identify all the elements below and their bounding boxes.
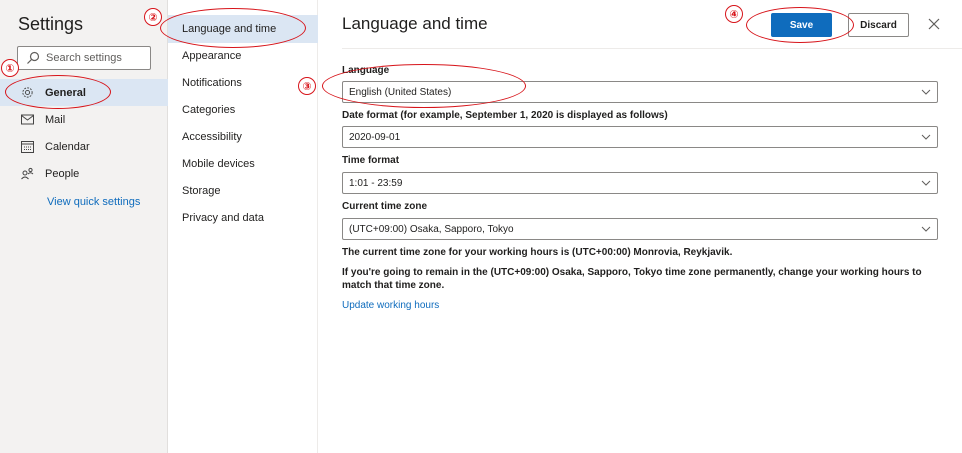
annotation-marker-3: ③ <box>298 77 316 95</box>
header-divider <box>342 48 962 49</box>
view-quick-settings-link[interactable]: View quick settings <box>47 196 140 208</box>
subnav-item-notifications[interactable]: Notifications <box>168 69 318 97</box>
date-format-value: 2020-09-01 <box>349 131 401 143</box>
chevron-down-icon <box>921 226 931 232</box>
time-format-label: Time format <box>342 155 400 166</box>
annotation-marker-1: ① <box>1 59 19 77</box>
search-placeholder: Search settings <box>46 52 122 64</box>
general-subnav: Language and time Appearance Notificatio… <box>168 0 318 453</box>
annotation-ellipse-language-select <box>322 64 526 108</box>
close-icon[interactable] <box>926 16 942 32</box>
annotation-ellipse-save <box>746 7 854 43</box>
working-hours-timezone-note: The current time zone for your working h… <box>342 247 733 258</box>
annotation-ellipse-general <box>5 75 111 109</box>
search-settings-input[interactable]: Search settings <box>17 46 151 70</box>
calendar-icon <box>20 140 34 154</box>
chevron-down-icon <box>921 89 931 95</box>
date-format-select[interactable]: 2020-09-01 <box>342 126 938 148</box>
sidebar-item-mail[interactable]: Mail <box>0 106 168 133</box>
sidebar-item-people[interactable]: People <box>0 160 168 187</box>
time-zone-label: Current time zone <box>342 201 428 212</box>
subnav-item-mobile-devices[interactable]: Mobile devices <box>168 150 318 178</box>
sidebar-item-calendar[interactable]: Calendar <box>0 133 168 160</box>
settings-sidebar: Settings Search settings General Mail Ca… <box>0 0 168 453</box>
update-working-hours-link[interactable]: Update working hours <box>342 300 439 311</box>
subnav-item-storage[interactable]: Storage <box>168 177 318 205</box>
page-title: Language and time <box>342 14 488 33</box>
subnav-item-categories[interactable]: Categories <box>168 96 318 124</box>
search-icon <box>27 51 40 64</box>
time-format-value: 1:01 - 23:59 <box>349 177 403 189</box>
mail-icon <box>20 113 34 127</box>
chevron-down-icon <box>921 180 931 186</box>
time-zone-select[interactable]: (UTC+09:00) Osaka, Sapporo, Tokyo <box>342 218 938 240</box>
sidebar-item-label: Mail <box>45 113 66 126</box>
settings-title: Settings <box>18 14 84 34</box>
sidebar-item-label: People <box>45 167 80 180</box>
annotation-ellipse-language-and-time <box>160 8 306 48</box>
time-zone-value: (UTC+09:00) Osaka, Sapporo, Tokyo <box>349 223 514 235</box>
subnav-item-privacy-and-data[interactable]: Privacy and data <box>168 204 318 232</box>
subnav-item-accessibility[interactable]: Accessibility <box>168 123 318 151</box>
people-icon <box>20 167 34 181</box>
annotation-marker-2: ② <box>144 8 162 26</box>
chevron-down-icon <box>921 134 931 140</box>
date-format-label: Date format (for example, September 1, 2… <box>342 110 668 121</box>
discard-button[interactable]: Discard <box>848 13 909 37</box>
settings-window: Settings Search settings General Mail Ca… <box>0 0 962 453</box>
timezone-change-note: If you're going to remain in the (UTC+09… <box>342 267 922 291</box>
sidebar-item-label: Calendar <box>45 140 90 153</box>
time-format-select[interactable]: 1:01 - 23:59 <box>342 172 938 194</box>
annotation-marker-4: ④ <box>725 5 743 23</box>
